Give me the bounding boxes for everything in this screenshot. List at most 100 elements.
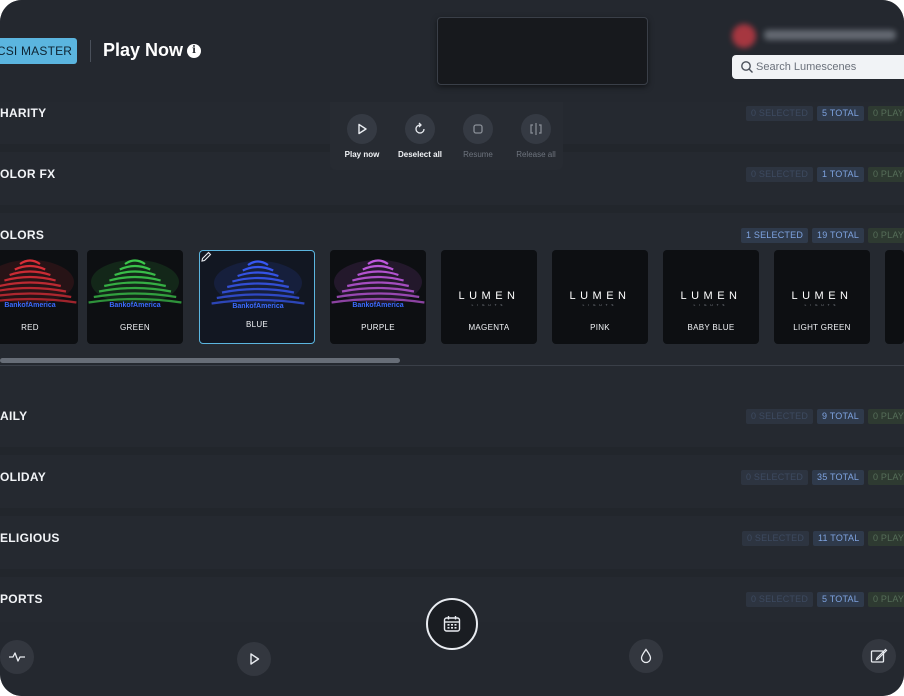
- total-count-badge: 5 TOTAL: [817, 106, 864, 121]
- page-title: Play Now: [103, 40, 184, 60]
- selected-count-badge: 0 SELECTED: [741, 470, 809, 485]
- scene-name: GREEN: [120, 323, 150, 332]
- activity-icon: [9, 652, 25, 662]
- release-all-button[interactable]: Release all: [504, 114, 568, 159]
- total-count-badge: 1 TOTAL: [817, 167, 864, 182]
- playing-count-badge: 0 PLAY: [868, 592, 904, 607]
- scene-card[interactable]: LUMEN LIGHTS MAGENTA: [441, 250, 537, 344]
- playing-count-badge: 0 PLAY: [868, 470, 904, 485]
- total-count-badge: 5 TOTAL: [817, 592, 864, 607]
- lumen-logo-sub: LIGHTS: [693, 303, 729, 307]
- effects-button[interactable]: [629, 639, 663, 673]
- category-title: OLORS: [0, 228, 45, 242]
- building-sign-text: BankofAmerica: [232, 303, 283, 310]
- category-title: AILY: [0, 409, 28, 423]
- app-window: CSI MASTER Play Now i Search Lumescenes …: [0, 0, 904, 696]
- scene-thumbnail: BankofAmerica: [211, 260, 305, 310]
- row-separator: [0, 447, 904, 455]
- scene-card[interactable]: BankofAmerica GREEN: [87, 250, 183, 344]
- selected-count-badge: 0 SELECTED: [746, 106, 814, 121]
- deselect-all-button[interactable]: Deselect all: [388, 114, 452, 159]
- calendar-icon: [443, 616, 461, 632]
- selected-count-badge: 0 SELECTED: [746, 409, 814, 424]
- carousel-scrollbar-thumb[interactable]: [0, 358, 400, 363]
- scene-name: PURPLE: [361, 323, 395, 332]
- scene-name: RED: [21, 323, 39, 332]
- playing-count-badge: 0 PLAY: [868, 228, 904, 243]
- search-input[interactable]: Search Lumescenes: [732, 55, 904, 79]
- building-sign-text: BankofAmerica: [352, 302, 403, 309]
- category-title: PORTS: [0, 592, 43, 606]
- droplet-icon: [640, 648, 652, 664]
- row-separator: [0, 508, 904, 516]
- header: CSI MASTER Play Now i Search Lumescenes: [0, 0, 904, 102]
- info-icon[interactable]: i: [187, 44, 201, 58]
- account-badge[interactable]: CSI MASTER: [0, 38, 77, 64]
- pencil-icon[interactable]: [200, 251, 212, 263]
- scene-card[interactable]: LUMEN LIGHTS LIGHT GREEN: [774, 250, 870, 344]
- edit-icon: [870, 648, 888, 663]
- avatar: [732, 24, 756, 48]
- lumen-logo-sub: LIGHTS: [582, 303, 618, 307]
- play-nav-button[interactable]: [237, 642, 271, 676]
- scene-card[interactable]: LUMEN LIGHTS PINK: [552, 250, 648, 344]
- scene-name: BABY BLUE: [687, 323, 735, 332]
- square-icon: [473, 124, 483, 134]
- total-count-badge: 19 TOTAL: [812, 228, 865, 243]
- selected-count-badge: 0 SELECTED: [746, 167, 814, 182]
- play-icon: [358, 123, 367, 135]
- scene-name: PINK: [590, 323, 610, 332]
- scene-card[interactable]: BankofAmerica BLUE: [199, 250, 315, 344]
- scene-name: MAGENTA: [468, 323, 510, 332]
- play-icon: [250, 653, 260, 665]
- refresh-icon: [415, 122, 425, 134]
- category-title: HARITY: [0, 106, 47, 120]
- activity-button[interactable]: [0, 640, 34, 674]
- category-title: OLIDAY: [0, 470, 47, 484]
- lumen-logo-sub: LIGHTS: [471, 303, 507, 307]
- play-now-button[interactable]: Play now: [330, 114, 394, 159]
- lumen-logo: LUMEN: [680, 290, 742, 302]
- row-separator: [0, 205, 904, 213]
- header-divider: [90, 40, 91, 62]
- release-all-label: Release all: [516, 150, 556, 159]
- resume-label: Resume: [463, 150, 493, 159]
- search-icon: [741, 61, 753, 73]
- category-title: ELIGIOUS: [0, 531, 60, 545]
- action-panel: Play now Deselect all Resume Release all: [330, 102, 563, 170]
- play-now-label: Play now: [344, 150, 380, 159]
- edit-button[interactable]: [862, 639, 896, 673]
- scene-card[interactable]: BankofAmerica RED: [0, 250, 78, 344]
- search-placeholder: Search Lumescenes: [756, 61, 857, 73]
- account-name-blurred: [764, 30, 896, 40]
- user-account[interactable]: [732, 24, 904, 48]
- total-count-badge: 9 TOTAL: [817, 409, 864, 424]
- category-title: OLOR FX: [0, 167, 56, 181]
- lumen-logo: LUMEN: [458, 290, 520, 302]
- playing-count-badge: 0 PLAY: [868, 409, 904, 424]
- preview-panel: [437, 17, 648, 85]
- lumen-logo-sub: LIGHTS: [804, 303, 840, 307]
- row-separator: [0, 569, 904, 577]
- scene-card[interactable]: BankofAmerica PURPLE: [330, 250, 426, 344]
- deselect-all-label: Deselect all: [397, 150, 443, 159]
- building-sign-text: BankofAmerica: [4, 302, 55, 309]
- release-icon: [530, 123, 542, 135]
- total-count-badge: 35 TOTAL: [812, 470, 865, 485]
- scene-name: BLUE: [245, 320, 269, 329]
- schedule-button[interactable]: [426, 598, 478, 650]
- selected-count-badge: 1 SELECTED: [741, 228, 809, 243]
- playing-count-badge: 0 PLAY: [868, 106, 904, 121]
- lumen-logo: LUMEN: [569, 290, 631, 302]
- selected-count-badge: 0 SELECTED: [742, 531, 810, 546]
- scene-name: LIGHT GREEN: [793, 323, 851, 332]
- total-count-badge: 11 TOTAL: [813, 531, 865, 546]
- playing-count-badge: 0 PLAY: [868, 531, 904, 546]
- scene-card-partial[interactable]: [885, 250, 904, 344]
- playing-count-badge: 0 PLAY: [868, 167, 904, 182]
- resume-button[interactable]: Resume: [446, 114, 510, 159]
- lumen-logo: LUMEN: [791, 290, 853, 302]
- scene-carousel: BankofAmerica RED BankofAmerica GREEN Bankof…: [0, 250, 904, 344]
- selected-count-badge: 0 SELECTED: [746, 592, 814, 607]
- scene-card[interactable]: LUMEN LIGHTS BABY BLUE: [663, 250, 759, 344]
